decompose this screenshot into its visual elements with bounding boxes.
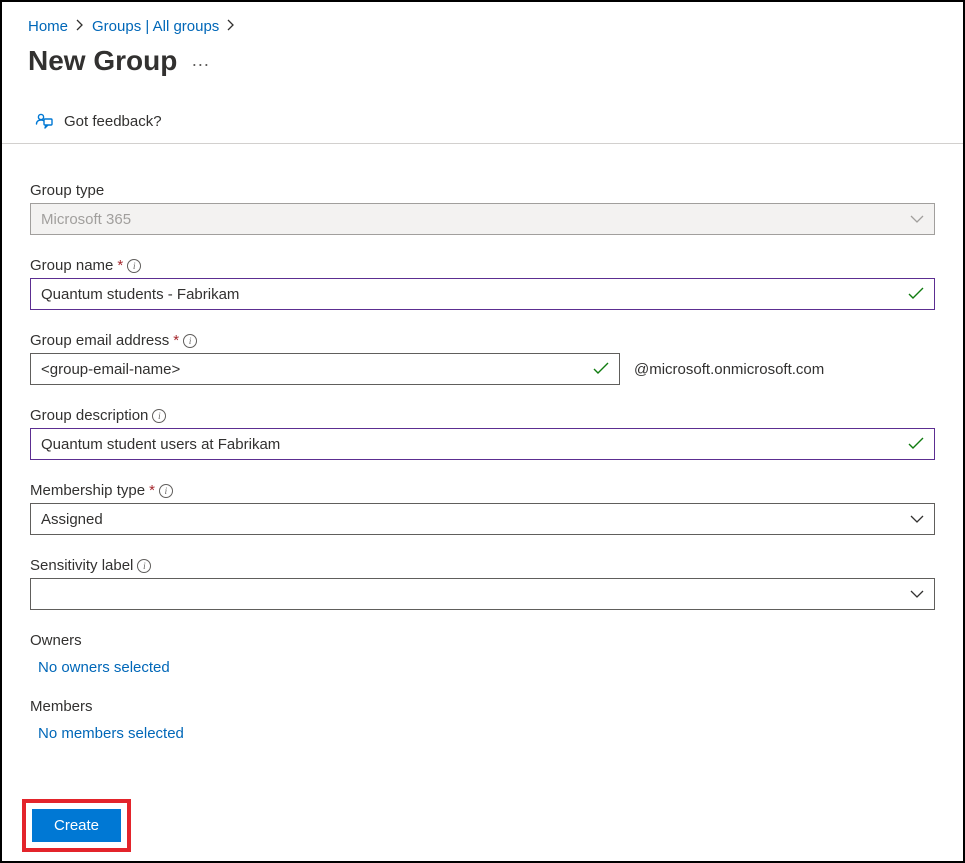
form: Group type Microsoft 365 Group name * i: [4, 162, 961, 791]
feedback-icon: [34, 111, 54, 131]
info-icon[interactable]: i: [152, 409, 166, 423]
owners-section-label: Owners: [30, 632, 935, 649]
group-name-input[interactable]: Quantum students - Fabrikam: [30, 278, 935, 310]
membership-type-value: Assigned: [41, 511, 904, 528]
members-section-label: Members: [30, 698, 935, 715]
chevron-down-icon: [910, 589, 924, 599]
chevron-down-icon: [910, 214, 924, 224]
checkmark-icon: [908, 287, 924, 301]
page-frame: Home Groups | All groups New Group ···: [0, 0, 965, 863]
sensitivity-label-label: Sensitivity label: [30, 557, 133, 574]
info-icon[interactable]: i: [127, 259, 141, 273]
group-name-label: Group name: [30, 257, 113, 274]
divider: [2, 143, 963, 144]
more-actions-button[interactable]: ···: [191, 49, 209, 73]
group-email-value: <group-email-name>: [41, 361, 589, 378]
footer: Create: [4, 791, 961, 859]
feedback-link[interactable]: Got feedback?: [28, 105, 937, 143]
group-description-input[interactable]: Quantum student users at Fabrikam: [30, 428, 935, 460]
page-title: New Group: [28, 45, 177, 77]
chevron-right-icon: [227, 19, 235, 34]
group-email-input[interactable]: <group-email-name>: [30, 353, 620, 385]
membership-type-select[interactable]: Assigned: [30, 503, 935, 535]
header-area: Home Groups | All groups New Group ···: [2, 2, 963, 144]
feedback-label: Got feedback?: [64, 113, 162, 130]
group-type-value: Microsoft 365: [41, 211, 904, 228]
info-icon[interactable]: i: [183, 334, 197, 348]
chevron-right-icon: [76, 19, 84, 34]
sensitivity-label-select[interactable]: [30, 578, 935, 610]
members-empty-link[interactable]: No members selected: [30, 719, 935, 742]
chevron-down-icon: [910, 514, 924, 524]
info-icon[interactable]: i: [137, 559, 151, 573]
group-description-value: Quantum student users at Fabrikam: [41, 436, 904, 453]
breadcrumb-groups[interactable]: Groups | All groups: [92, 18, 219, 35]
breadcrumb-home[interactable]: Home: [28, 18, 68, 35]
membership-type-label: Membership type: [30, 482, 145, 499]
group-name-value: Quantum students - Fabrikam: [41, 286, 904, 303]
breadcrumb: Home Groups | All groups: [28, 14, 937, 45]
form-scroll-area[interactable]: Group type Microsoft 365 Group name * i: [4, 162, 961, 791]
required-asterisk: *: [117, 257, 123, 274]
required-asterisk: *: [173, 332, 179, 349]
checkmark-icon: [908, 437, 924, 451]
group-type-select: Microsoft 365: [30, 203, 935, 235]
info-icon[interactable]: i: [159, 484, 173, 498]
email-domain-suffix: @microsoft.onmicrosoft.com: [634, 361, 824, 378]
required-asterisk: *: [149, 482, 155, 499]
group-description-label: Group description: [30, 407, 148, 424]
group-email-label: Group email address: [30, 332, 169, 349]
create-button[interactable]: Create: [32, 809, 121, 842]
highlight-annotation: Create: [22, 799, 131, 852]
checkmark-icon: [593, 362, 609, 376]
group-type-label: Group type: [30, 182, 104, 199]
owners-empty-link[interactable]: No owners selected: [30, 653, 935, 676]
